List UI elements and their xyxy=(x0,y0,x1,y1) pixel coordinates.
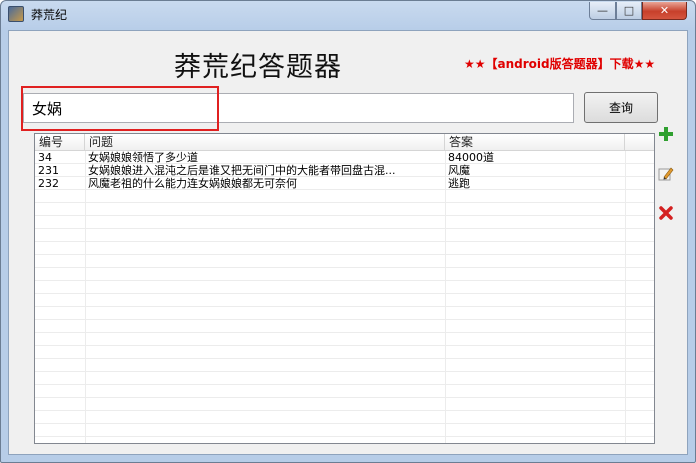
close-button[interactable]: ✕ xyxy=(642,2,687,20)
cell-answer: 风魔 xyxy=(448,164,470,177)
plus-icon xyxy=(659,127,673,141)
grid-line xyxy=(445,151,446,443)
app-window: 莽荒纪 — □ ✕ 莽荒纪答题器 ★★【android版答题器】下载★★ 查询 … xyxy=(0,0,696,463)
cell-answer: 84000道 xyxy=(448,151,494,164)
query-button[interactable]: 查询 xyxy=(584,92,658,123)
grid-lines xyxy=(35,151,654,443)
minimize-button[interactable]: — xyxy=(589,2,616,20)
android-download-link[interactable]: ★★【android版答题器】下载★★ xyxy=(464,55,655,72)
search-input[interactable] xyxy=(23,93,574,123)
cell-answer: 逃跑 xyxy=(448,177,470,190)
red-x-icon xyxy=(659,206,673,220)
add-icon[interactable] xyxy=(657,125,675,143)
title-bar[interactable]: 莽荒纪 — □ ✕ xyxy=(1,1,695,27)
delete-icon[interactable] xyxy=(657,204,675,222)
cell-question: 女娲娘娘领悟了多少道 xyxy=(88,151,198,164)
main-panel: 莽荒纪答题器 ★★【android版答题器】下载★★ 查询 编号 问题 答案 3… xyxy=(8,30,688,455)
table-row[interactable]: 34 女娲娘娘领悟了多少道 84000道 xyxy=(35,151,654,164)
column-header-answer[interactable]: 答案 xyxy=(445,134,625,150)
column-header-id[interactable]: 编号 xyxy=(35,134,85,150)
cell-id: 232 xyxy=(38,177,59,190)
app-icon xyxy=(8,6,24,22)
column-header-question[interactable]: 问题 xyxy=(85,134,445,150)
table-row[interactable]: 231 女娲娘娘进入混沌之后是谁又把无间门中的大能者带回盘古混... 风魔 xyxy=(35,164,654,177)
edit-icon[interactable] xyxy=(657,165,675,183)
window-title: 莽荒纪 xyxy=(31,8,68,22)
table-row[interactable]: 232 风魔老祖的什么能力连女娲娘娘都无可奈何 逃跑 xyxy=(35,177,654,190)
cell-question: 女娲娘娘进入混沌之后是谁又把无间门中的大能者带回盘古混... xyxy=(88,164,396,177)
list-body: 34 女娲娘娘领悟了多少道 84000道 231 女娲娘娘进入混沌之后是谁又把无… xyxy=(35,151,654,443)
results-list[interactable]: 编号 问题 答案 34 女娲娘娘领悟了多少道 84000道 231 女娲娘娘进入… xyxy=(34,133,655,444)
cell-id: 231 xyxy=(38,164,59,177)
list-header: 编号 问题 答案 xyxy=(35,134,654,151)
cell-id: 34 xyxy=(38,151,52,164)
pencil-icon xyxy=(658,167,674,181)
grid-line xyxy=(625,151,626,443)
cell-question: 风魔老祖的什么能力连女娲娘娘都无可奈何 xyxy=(88,177,297,190)
grid-line xyxy=(85,151,86,443)
maximize-button[interactable]: □ xyxy=(616,2,642,20)
app-title: 莽荒纪答题器 xyxy=(174,52,342,83)
